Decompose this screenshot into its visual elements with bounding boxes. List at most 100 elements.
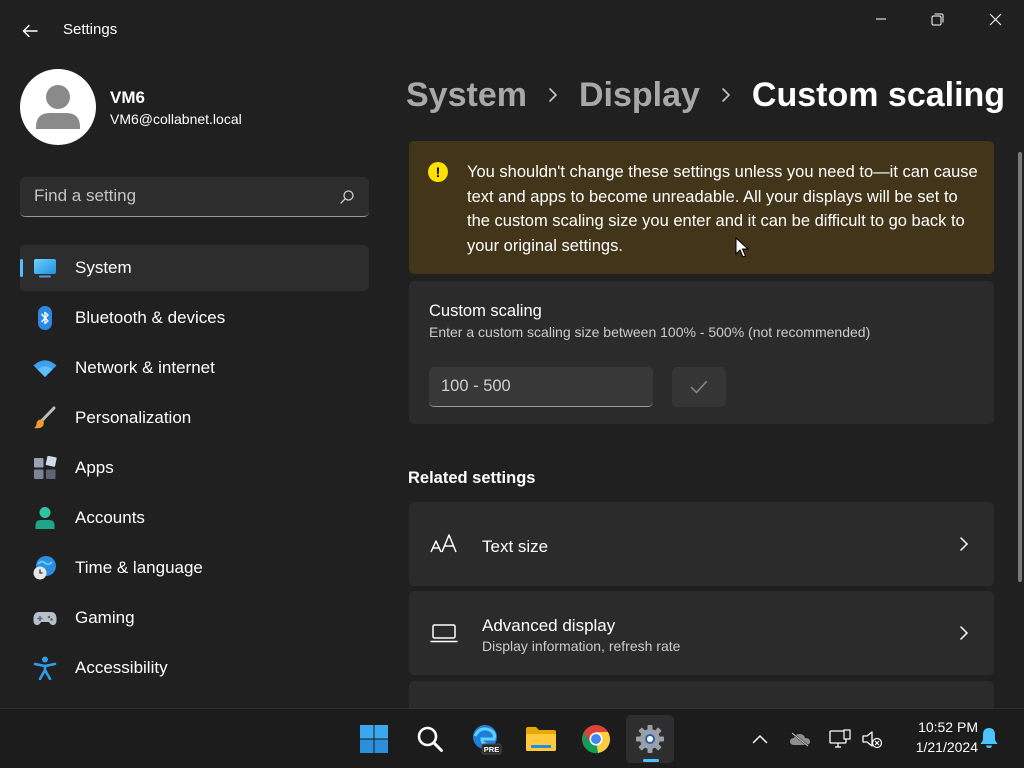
mouse-cursor-icon [735, 237, 749, 258]
chevron-right-icon [527, 87, 579, 103]
close-button[interactable] [972, 4, 1018, 34]
edge-preview-icon: PRE [473, 725, 502, 755]
sidebar-item-network[interactable]: Network & internet [20, 345, 369, 391]
related-item-title: Advanced display [482, 616, 616, 635]
restore-button[interactable] [914, 4, 960, 34]
custom-scaling-title: Custom scaling [429, 302, 542, 320]
text-size-icon [430, 534, 457, 553]
speaker-muted-icon [862, 731, 883, 749]
restore-icon [931, 13, 943, 25]
related-item-subtitle: Display information, refresh rate [482, 638, 681, 654]
show-hidden-icons-button[interactable] [748, 727, 772, 751]
laptop-icon [430, 624, 458, 643]
custom-scaling-card: Custom scaling Enter a custom scaling si… [409, 281, 994, 424]
globe-clock-icon [33, 556, 56, 580]
related-item-partial[interactable] [409, 681, 994, 708]
sidebar-item-bluetooth[interactable]: Bluetooth & devices [20, 295, 369, 341]
chrome-icon [582, 725, 610, 754]
edge-badge: PRE [484, 745, 499, 754]
sidebar-item-label: Apps [75, 458, 114, 477]
taskbar: PRE [0, 708, 1024, 768]
person-icon [35, 507, 55, 529]
minimize-icon [876, 18, 886, 20]
related-text-size[interactable]: Text size [409, 502, 994, 586]
network-tray[interactable] [828, 727, 852, 751]
chevron-right-icon [700, 87, 752, 103]
settings-app-button[interactable] [626, 715, 674, 763]
paintbrush-icon [34, 406, 56, 429]
display-network-icon [829, 729, 851, 748]
scrollbar-thumb[interactable] [1018, 152, 1022, 582]
close-icon [989, 13, 1001, 25]
sidebar-item-label: System [75, 258, 132, 277]
search-icon [417, 726, 443, 752]
warning-icon: ! [428, 162, 448, 182]
apply-scaling-button[interactable] [672, 367, 726, 407]
clock-date: 1/21/2024 [915, 739, 978, 755]
bluetooth-icon [38, 306, 52, 330]
apps-icon [34, 456, 57, 479]
chrome-button[interactable] [572, 715, 620, 763]
sidebar-item-label: Bluetooth & devices [75, 308, 226, 327]
chevron-up-icon [752, 734, 768, 744]
start-button[interactable] [350, 715, 398, 763]
title-bar: Settings [0, 0, 1024, 60]
scaling-size-input[interactable] [429, 367, 653, 407]
sidebar-item-accounts[interactable]: Accounts [20, 495, 369, 541]
sidebar-item-time-language[interactable]: Time & language [20, 545, 369, 591]
avatar[interactable] [20, 69, 96, 145]
sidebar-item-label: Accounts [75, 508, 145, 527]
related-settings-heading: Related settings [408, 469, 536, 487]
edge-preview-button[interactable]: PRE [462, 715, 510, 763]
volume-tray[interactable] [860, 727, 884, 751]
file-explorer-icon [526, 727, 556, 751]
sidebar-item-label: Accessibility [75, 658, 168, 677]
search-icon[interactable] [339, 189, 355, 205]
sidebar-item-label: Network & internet [75, 358, 215, 377]
chevron-right-icon [960, 537, 969, 551]
onedrive-tray[interactable] [788, 727, 812, 751]
sidebar-item-apps[interactable]: Apps [20, 445, 369, 491]
sidebar-item-personalization[interactable]: Personalization [20, 395, 369, 441]
file-explorer-button[interactable] [517, 715, 565, 763]
gamepad-icon [33, 612, 57, 625]
related-advanced-display[interactable]: Advanced display Display information, re… [409, 591, 994, 675]
sidebar-item-system[interactable]: System [20, 245, 369, 291]
breadcrumb-display[interactable]: Display [579, 76, 700, 115]
warning-infobar: ! You shouldn't change these settings un… [409, 141, 994, 274]
checkmark-icon [690, 380, 708, 394]
start-icon [360, 725, 388, 753]
profile-name: VM6 [110, 88, 145, 107]
page-title: Custom scaling [751, 75, 1006, 114]
related-item-title: Text size [482, 537, 549, 556]
monitor-icon [34, 259, 56, 278]
settings-icon [636, 725, 664, 753]
clock-time: 10:52 PM [918, 719, 978, 735]
sidebar-item-label: Personalization [75, 408, 192, 427]
warning-text: You shouldn't change these settings unle… [467, 163, 978, 255]
back-button[interactable] [14, 16, 46, 46]
bell-icon [980, 728, 998, 748]
taskbar-clock[interactable]: 10:52 PM 1/21/2024 [892, 711, 978, 761]
taskbar-search-button[interactable] [406, 715, 454, 763]
user-silhouette-icon [36, 85, 80, 129]
sidebar-item-label: Time & language [75, 558, 203, 577]
sidebar-item-accessibility[interactable]: Accessibility [20, 645, 369, 691]
sidebar-item-label: Gaming [75, 608, 135, 627]
search-input[interactable] [20, 177, 320, 215]
sidebar-nav: System Bluetooth & devices Network & int… [20, 245, 369, 695]
accessibility-icon [33, 656, 57, 680]
profile-email: VM6@collabnet.local [110, 111, 242, 127]
breadcrumb-system[interactable]: System [406, 76, 527, 115]
notifications-button[interactable] [977, 726, 1001, 750]
breadcrumb: System Display Custom scaling [406, 72, 1005, 118]
sidebar-item-gaming[interactable]: Gaming [20, 595, 369, 641]
custom-scaling-description: Enter a custom scaling size between 100%… [429, 324, 871, 340]
search-box[interactable] [20, 177, 369, 217]
back-arrow-icon [22, 24, 38, 38]
onedrive-icon [790, 732, 810, 747]
settings-window: Settings VM6 VM6@collabnet.local Find a … [0, 0, 1024, 768]
app-title: Settings [63, 21, 118, 38]
wifi-icon [33, 360, 57, 377]
minimize-button[interactable] [858, 4, 904, 34]
